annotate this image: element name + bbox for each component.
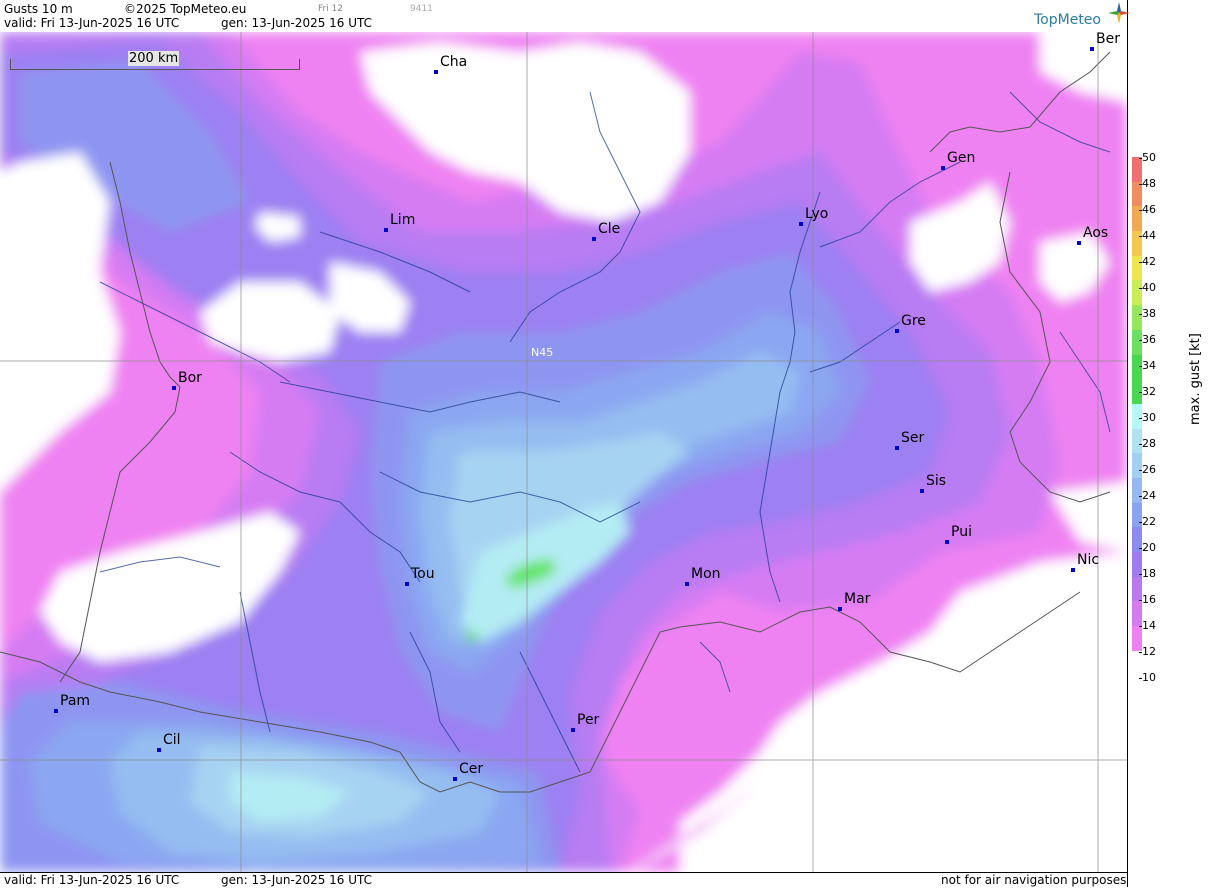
- legend-tick: 32: [1139, 385, 1156, 398]
- copyright: ©2025 TopMeteo.eu: [124, 2, 247, 16]
- logo-text: TopMeteo: [1034, 12, 1101, 28]
- color-bar-step: [1132, 576, 1142, 602]
- legend-tick: 26: [1139, 463, 1156, 476]
- color-bar-step: [1132, 626, 1142, 651]
- city-marker: [1077, 241, 1081, 245]
- city-marker: [592, 237, 596, 241]
- generated-time: gen: 13-Jun-2025 16 UTC: [221, 16, 373, 30]
- city-marker: [941, 166, 945, 170]
- legend-tick: 42: [1139, 255, 1156, 268]
- legend-tick: 50: [1139, 151, 1156, 164]
- legend-tick: 44: [1139, 229, 1156, 242]
- city-marker: [1090, 47, 1094, 51]
- legend-tick: 48: [1139, 177, 1156, 190]
- color-bar-step: [1132, 502, 1142, 528]
- city-marker: [384, 228, 388, 232]
- city-marker: [405, 582, 409, 586]
- color-bar-step: [1132, 255, 1142, 281]
- color-bar-step: [1132, 329, 1142, 355]
- grid-label: N45: [531, 346, 554, 359]
- city-marker: [945, 540, 949, 544]
- city-marker: [838, 607, 842, 611]
- color-bar-step: [1132, 305, 1142, 330]
- city-marker: [895, 329, 899, 333]
- legend-tick: 12: [1139, 645, 1156, 658]
- valid-time: valid: Fri 13-Jun-2025 16 UTC: [4, 16, 180, 30]
- city-marker: [895, 446, 899, 450]
- legend-tick: 38: [1139, 307, 1156, 320]
- color-bar-step: [1132, 601, 1142, 627]
- disclaimer: not for air navigation purposes: [941, 873, 1127, 887]
- legend-tick: 28: [1139, 437, 1156, 450]
- topmeteo-logo[interactable]: TopMeteo: [1034, 2, 1130, 28]
- city-marker: [571, 728, 575, 732]
- footer-generated-time: gen: 13-Jun-2025 16 UTC: [221, 873, 373, 887]
- color-bar-step: [1132, 280, 1142, 306]
- legend-tick: 34: [1139, 359, 1156, 372]
- city-marker: [172, 386, 176, 390]
- legend-tick: 22: [1139, 515, 1156, 528]
- footer-bar: valid: Fri 13-Jun-2025 16 UTC gen: 13-Ju…: [0, 872, 1127, 888]
- header-bar: Gusts 10 m ©2025 TopMeteo.eu Fri 12 9411…: [0, 0, 1127, 33]
- legend-tick: 14: [1139, 619, 1156, 632]
- legend-tick: 18: [1139, 567, 1156, 580]
- legend-tick: 24: [1139, 489, 1156, 502]
- legend-title: max. gust [kt]: [1188, 333, 1203, 425]
- city-marker: [54, 709, 58, 713]
- legend-tick: 40: [1139, 281, 1156, 294]
- color-bar-step: [1132, 231, 1142, 256]
- compass-icon: [1108, 2, 1130, 24]
- legend-tick: 16: [1139, 593, 1156, 606]
- legend-tick: 20: [1139, 541, 1156, 554]
- frame-label: Fri 12: [318, 4, 344, 14]
- legend-tick: 46: [1139, 203, 1156, 216]
- city-marker: [157, 748, 161, 752]
- legend-panel: 50 48 46 44 42 40 38 36 34 32 30 28 26 24 22 20 18 16 14 12…: [1127, 0, 1219, 887]
- color-bar: [1132, 157, 1142, 651]
- city-marker: [920, 489, 924, 493]
- scale-label: 200 km: [128, 51, 180, 66]
- footer-valid-time: valid: Fri 13-Jun-2025 16 UTC: [4, 873, 180, 887]
- city-marker: [1071, 568, 1075, 572]
- legend-tick: 10: [1139, 671, 1156, 684]
- color-bar-step: [1132, 428, 1142, 454]
- city-marker: [799, 222, 803, 226]
- code-label: 9411: [410, 4, 433, 14]
- legend-tick: 30: [1139, 411, 1156, 424]
- color-bar-step: [1132, 181, 1142, 207]
- gust-map[interactable]: 200 km N45 Cha Ber Gen Lim Cle Lyo Aos G…: [0, 32, 1127, 872]
- city-marker: [453, 777, 457, 781]
- color-bar-step: [1132, 552, 1142, 577]
- city-marker: [685, 582, 689, 586]
- color-bar-step: [1132, 453, 1142, 478]
- product-title: Gusts 10 m: [4, 2, 73, 16]
- city-marker: [434, 70, 438, 74]
- color-bar-step: [1132, 477, 1142, 503]
- color-bar-step: [1132, 157, 1142, 182]
- color-bar-step: [1132, 403, 1142, 429]
- legend-tick: 36: [1139, 333, 1156, 346]
